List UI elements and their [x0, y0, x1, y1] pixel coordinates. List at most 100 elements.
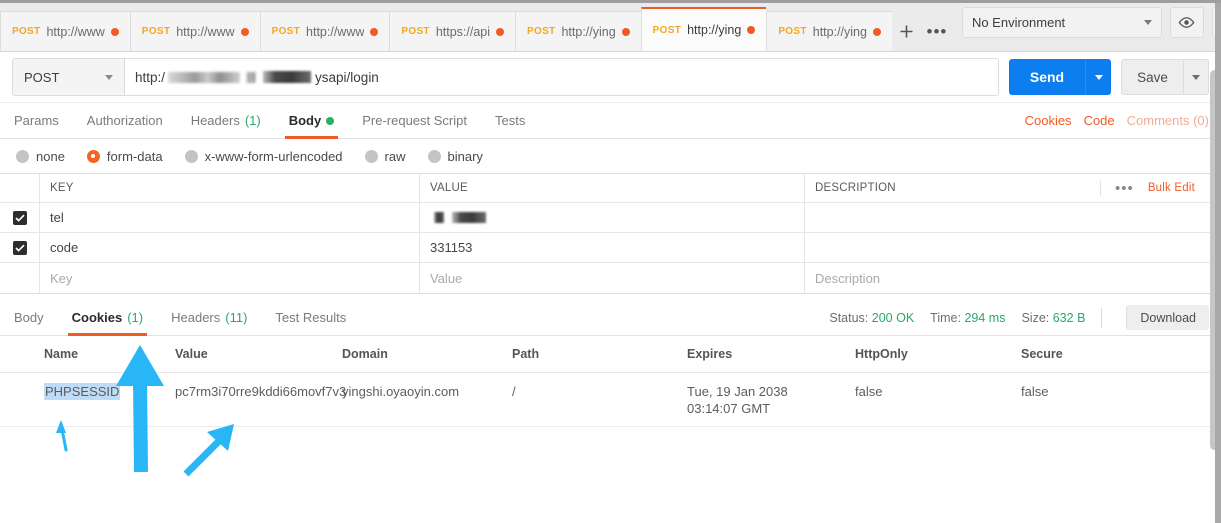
status-value: 200 OK [871, 310, 915, 325]
bulk-edit-button[interactable]: Bulk Edit [1148, 182, 1195, 194]
response-tab-cookies[interactable]: Cookies (1) [58, 300, 157, 336]
body-type-form-data[interactable]: form-data [86, 148, 163, 164]
row-value-cell[interactable] [420, 203, 805, 232]
tab-params[interactable]: Params [12, 103, 73, 138]
tab-label: Params [14, 113, 59, 128]
new-value-input[interactable]: Value [420, 263, 805, 293]
tab-label: Tests [494, 113, 526, 128]
new-key-input[interactable]: Key [40, 263, 420, 293]
column-header-domain: Domain [342, 346, 388, 361]
cookie-domain-cell: yingshi.oyaoyin.com [342, 384, 460, 399]
body-type-binary[interactable]: binary [427, 148, 483, 164]
response-tab-body[interactable]: Body [12, 300, 58, 335]
tab-method-label: POST [527, 26, 556, 37]
request-tab-2[interactable]: POST http://www [129, 11, 260, 51]
tab-label: Test Results [275, 310, 347, 325]
url-prefix-text: http:/ [135, 69, 166, 85]
tab-count: (1) [127, 310, 144, 325]
time-value: 294 ms [964, 310, 1006, 325]
column-header-key: KEY [40, 174, 420, 202]
tab-pre-request-script[interactable]: Pre-request Script [348, 103, 481, 138]
environment-selector[interactable]: No Environment [961, 6, 1162, 38]
save-button[interactable]: Save [1121, 59, 1183, 95]
code-link[interactable]: Code [1084, 113, 1115, 128]
unsaved-dot-icon [110, 27, 119, 36]
column-header-secure: Secure [1021, 346, 1063, 361]
tab-method-label: POST [652, 24, 682, 36]
comments-link[interactable]: Comments (0) [1127, 113, 1209, 128]
row-description-cell[interactable] [805, 203, 1221, 232]
request-tab-6-active[interactable]: POST http://ying [640, 7, 767, 51]
cookie-row[interactable]: PHPSESSID pc7rm3i70rre9kddi66movf7v3 yin… [0, 373, 1221, 427]
download-button[interactable]: Download [1126, 305, 1209, 330]
unsaved-dot-icon [496, 27, 505, 36]
row-key-cell[interactable]: code [40, 233, 420, 262]
time-group: Time: 294 ms [930, 311, 1005, 325]
column-header-value: Value [175, 346, 208, 361]
tab-count: (11) [225, 310, 248, 325]
tab-label: Pre-request Script [362, 113, 467, 128]
request-tab-4[interactable]: POST https://api [389, 11, 516, 51]
table-row-empty[interactable]: Key Value Description [0, 263, 1221, 293]
ellipsis-icon: ••• [926, 21, 948, 41]
table-row[interactable]: code 331153 [0, 233, 1221, 263]
row-value-cell[interactable]: 331153 [420, 233, 805, 262]
body-type-x-www-form-urlencoded[interactable]: x-www-form-urlencoded [184, 149, 343, 164]
cookie-expires-cell: Tue, 19 Jan 2038 03:14:07 GMT [687, 384, 788, 416]
tab-title: http://ying [687, 23, 742, 37]
checkbox-checked-icon[interactable] [12, 210, 27, 225]
table-row[interactable]: tel [0, 203, 1221, 233]
tabs-overflow-button[interactable]: ••• [922, 11, 952, 51]
tab-title: http://www [46, 24, 105, 39]
new-tab-button[interactable] [892, 11, 922, 51]
environment-selected-label: No Environment [971, 14, 1066, 30]
row-checkbox-cell[interactable] [0, 263, 40, 293]
send-button[interactable]: Send [1009, 59, 1085, 95]
tab-headers[interactable]: Headers (1) [177, 103, 275, 138]
request-tab-5[interactable]: POST http://ying [515, 11, 641, 51]
url-redacted-separator [246, 71, 257, 83]
url-redacted-host [168, 71, 241, 83]
body-type-none[interactable]: none [16, 149, 65, 164]
column-header-path: Path [512, 346, 540, 361]
tab-label: Authorization [86, 113, 163, 128]
table-options-button[interactable]: ••• [1100, 180, 1134, 196]
url-input[interactable]: http:/ ysapi/login [125, 59, 998, 95]
row-checkbox-cell[interactable] [0, 203, 40, 232]
body-type-label: form-data [106, 148, 163, 164]
cookies-link[interactable]: Cookies [1025, 113, 1072, 128]
response-tab-headers[interactable]: Headers (11) [157, 300, 261, 335]
body-type-raw[interactable]: raw [364, 149, 406, 164]
cookie-name-cell[interactable]: PHPSESSID [0, 383, 167, 426]
row-key-cell[interactable]: tel [40, 203, 420, 232]
tab-authorization[interactable]: Authorization [73, 103, 177, 138]
cookies-header-row: Name Value Domain Path Expires HttpOnly … [0, 336, 1221, 373]
tab-body[interactable]: Body [275, 103, 349, 139]
send-options-button[interactable] [1085, 59, 1111, 95]
unsaved-dot-icon [240, 27, 249, 36]
environment-controls: No Environment [951, 0, 1221, 51]
radio-icon [364, 149, 378, 163]
save-options-button[interactable] [1183, 59, 1209, 95]
time-label: Time: [930, 310, 961, 325]
status-group: Status: 200 OK [829, 311, 914, 325]
response-tab-test-results[interactable]: Test Results [261, 300, 360, 335]
row-checkbox-cell[interactable] [0, 233, 40, 262]
window-right-edge [1215, 0, 1221, 523]
cookie-path-cell: / [512, 384, 516, 399]
cookie-name-value: PHPSESSID [44, 383, 121, 400]
body-present-dot-icon [326, 116, 335, 125]
request-tab-7[interactable]: POST http://ying [766, 11, 892, 51]
http-method-selector[interactable]: POST [13, 59, 125, 95]
request-tab-1[interactable]: POST http://www [0, 11, 130, 51]
http-method-label: POST [24, 69, 60, 85]
checkbox-checked-icon[interactable] [12, 240, 27, 255]
tab-tests[interactable]: Tests [481, 103, 539, 138]
body-type-label: binary [447, 148, 483, 164]
cookie-value-cell[interactable]: pc7rm3i70rre9kddi66movf7v3 [167, 383, 346, 426]
send-button-group: Send [1009, 59, 1111, 95]
environment-quick-look-button[interactable] [1169, 6, 1204, 38]
request-tab-3[interactable]: POST http://www [259, 11, 390, 51]
new-description-input[interactable]: Description [805, 263, 1221, 293]
row-description-cell[interactable] [805, 233, 1221, 262]
